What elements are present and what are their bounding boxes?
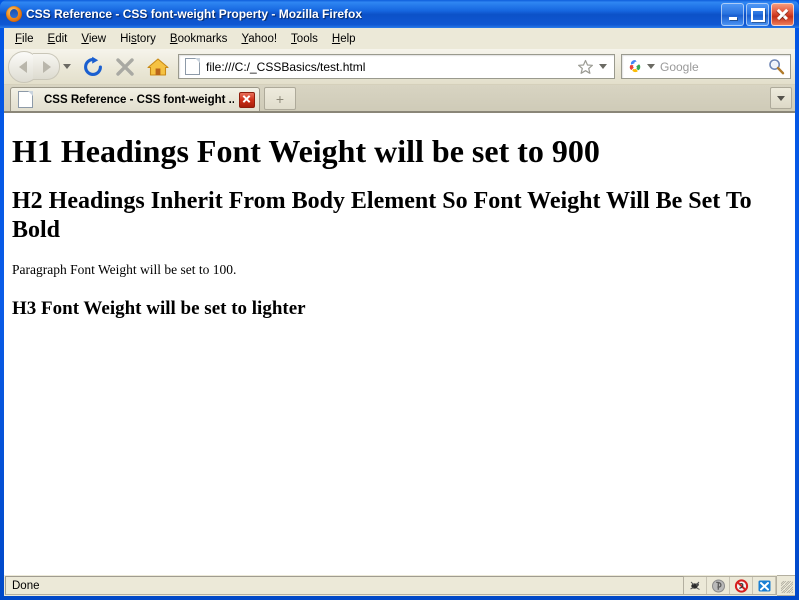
reload-icon [84,56,102,76]
page-heading-h3: H3 Font Weight will be set to lighter [12,297,306,319]
status-text: Done [12,579,40,592]
spider-web-icon[interactable] [684,577,707,594]
list-all-tabs-button[interactable] [770,87,792,109]
chevron-down-icon [777,95,785,101]
resize-grip[interactable] [777,575,795,596]
page-document-icon [18,91,33,108]
menu-item-help[interactable]: Help [325,31,363,47]
reload-button[interactable] [80,54,106,80]
page-document-icon [185,58,200,75]
chevron-down-icon[interactable] [63,64,71,69]
google-logo-icon [627,59,644,75]
back-forward-group [8,50,71,83]
chevron-down-icon[interactable] [599,64,607,69]
menu-item-edit[interactable]: Edit [41,31,75,47]
menu-item-tools[interactable]: Tools [284,31,325,47]
status-bar: Done [4,574,795,596]
url-bar[interactable]: file:///C:/_CSSBasics/test.html [178,54,615,79]
content-viewport: H1 Headings Font Weight will be set to 9… [4,112,795,574]
close-icon [116,57,134,76]
forward-button[interactable] [33,53,60,80]
arrow-left-icon [19,60,27,73]
menu-item-yahoo[interactable]: Yahoo! [234,31,284,47]
xmarks-icon[interactable] [753,577,776,594]
menu-item-bookmarks[interactable]: Bookmarks [163,31,235,47]
stop-button[interactable] [112,54,138,80]
search-box[interactable]: Google [621,54,791,79]
navigation-toolbar: file:///C:/_CSSBasics/test.html Google [4,49,795,85]
home-button[interactable] [144,54,172,80]
tab-label: CSS Reference - CSS font-weight ... [44,93,234,106]
url-input[interactable]: file:///C:/_CSSBasics/test.html [206,60,577,74]
new-tab-button[interactable]: + [264,87,296,110]
plus-icon: + [275,90,285,107]
noscript-icon[interactable] [730,577,753,594]
window-controls [721,3,794,26]
chevron-down-icon[interactable] [647,64,655,69]
menu-item-file[interactable]: File [8,31,41,47]
arrow-right-icon [43,60,51,73]
status-icon-group [684,576,777,595]
page-heading-h1: H1 Headings Font Weight will be set to 9… [12,133,600,169]
status-text-pane: Done [5,576,684,595]
search-input[interactable]: Google [660,60,767,74]
tab-close-icon[interactable] [239,91,255,108]
firefox-icon [6,6,22,22]
browser-window: CSS Reference - CSS font-weight Property… [0,0,799,600]
tab-bar: CSS Reference - CSS font-weight ... + [4,85,795,112]
menu-item-history[interactable]: History [113,31,163,47]
minimize-button[interactable] [721,3,744,26]
shield-grey-icon[interactable] [707,577,730,594]
tab-css-reference[interactable]: CSS Reference - CSS font-weight ... [10,87,260,111]
client-area: File Edit View History Bookmarks Yahoo! … [4,28,795,596]
page-heading-h2: H2 Headings Inherit From Body Element So… [12,188,752,244]
search-icon[interactable] [767,58,785,75]
title-bar: CSS Reference - CSS font-weight Property… [0,0,799,28]
home-icon [147,57,169,76]
bookmark-star-icon[interactable] [577,59,594,75]
menu-item-view[interactable]: View [74,31,113,47]
close-button[interactable] [771,3,794,26]
menu-bar: File Edit View History Bookmarks Yahoo! … [4,28,795,49]
page-paragraph: Paragraph Font Weight will be set to 100… [12,261,237,277]
rendered-page: H1 Headings Font Weight will be set to 9… [4,113,795,328]
window-title: CSS Reference - CSS font-weight Property… [26,7,363,21]
maximize-button[interactable] [746,3,769,26]
